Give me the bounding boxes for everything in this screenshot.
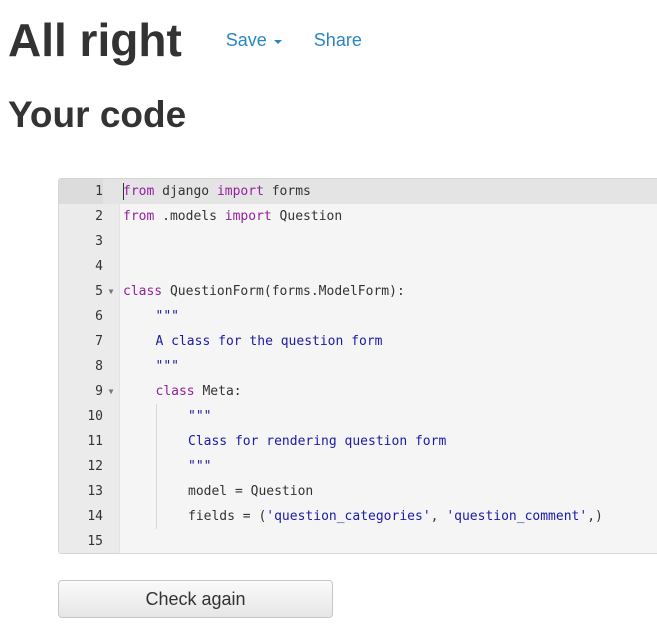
code-lines: 1 from django import forms 2 from .models i… (59, 179, 657, 553)
string-token: """ (155, 359, 179, 374)
keyword-token: from (123, 209, 155, 224)
code-line[interactable]: 13 model = Question (59, 479, 657, 504)
line-number: 6 (95, 309, 103, 324)
code-token: forms (263, 184, 311, 199)
save-dropdown-link[interactable]: Save (226, 30, 282, 51)
code-line[interactable]: 9 ▼ class Meta: (59, 379, 657, 404)
line-number: 11 (87, 434, 103, 449)
string-token: """ (188, 409, 212, 424)
line-number: 2 (95, 209, 103, 224)
code-text: fields = ('question_categories', 'questi… (188, 504, 603, 529)
code-token: model = Question (188, 484, 314, 499)
code-editor[interactable]: 1 from django import forms 2 from .models i… (58, 178, 657, 554)
keyword-token: from (123, 184, 155, 199)
code-token: Meta: (194, 384, 242, 399)
code-line[interactable]: 1 from django import forms (59, 179, 657, 204)
code-line[interactable]: 12 """ (59, 454, 657, 479)
page: All right Save Share Your code 1 from dja… (0, 0, 657, 628)
text-cursor (123, 183, 124, 200)
code-token: , (430, 509, 447, 524)
code-line[interactable]: 8 """ (59, 354, 657, 379)
indent-guide (155, 454, 157, 479)
code-token: django (154, 184, 217, 199)
indent-guide (155, 429, 157, 454)
share-link[interactable]: Share (314, 30, 362, 51)
code-line[interactable]: 3 (59, 229, 657, 254)
code-text: """ (156, 304, 179, 329)
line-number: 10 (87, 409, 103, 424)
line-number: 7 (95, 334, 103, 349)
line-number: 15 (87, 534, 103, 549)
keyword-token: class (123, 284, 163, 299)
caret-down-icon (273, 39, 282, 44)
indent-guide (155, 504, 157, 529)
keyword-token: import (216, 184, 264, 199)
code-line[interactable]: 7 A class for the question form (59, 329, 657, 354)
code-text: """ (188, 454, 211, 479)
code-line[interactable]: 6 """ (59, 304, 657, 329)
save-label: Save (225, 29, 267, 50)
indent-guide (155, 479, 157, 504)
header: All right Save Share (8, 14, 362, 66)
code-line[interactable]: 5 ▼ class QuestionForm(forms.ModelForm): (59, 279, 657, 304)
code-text: class Meta: (156, 379, 242, 404)
line-number: 14 (87, 509, 103, 524)
line-number: 4 (95, 259, 103, 274)
string-token: """ (155, 309, 179, 324)
check-again-button[interactable]: Check again (58, 580, 333, 618)
code-text: """ (156, 354, 179, 379)
code-line[interactable]: 11 Class for rendering question form (59, 429, 657, 454)
string-token: 'question_categories' (266, 509, 431, 524)
line-number: 13 (87, 484, 103, 499)
fold-toggle-icon[interactable]: ▼ (106, 279, 116, 304)
string-token: Class for rendering question form (188, 434, 447, 449)
line-number: 9 (95, 384, 103, 399)
code-text: model = Question (188, 479, 313, 504)
code-text: from .models import Question (123, 204, 342, 229)
code-text: Class for rendering question form (188, 429, 446, 454)
fold-toggle-icon[interactable]: ▼ (106, 379, 116, 404)
line-number: 5 (95, 284, 103, 299)
code-token: ,) (587, 509, 603, 524)
code-line[interactable]: 10 """ (59, 404, 657, 429)
indent-guide (155, 404, 157, 429)
code-text: from django import forms (123, 179, 311, 204)
code-token: fields = ( (188, 509, 267, 524)
string-token: 'question_comment' (446, 509, 588, 524)
line-number: 8 (95, 359, 103, 374)
code-token: QuestionForm(forms.ModelForm): (162, 284, 405, 299)
code-text: A class for the question form (156, 329, 383, 354)
code-token: Question (271, 209, 343, 224)
code-text: class QuestionForm(forms.ModelForm): (123, 279, 405, 304)
code-line[interactable]: 2 from .models import Question (59, 204, 657, 229)
line-number: 1 (59, 179, 103, 204)
section-title: Your code (8, 94, 187, 135)
code-line[interactable]: 4 (59, 254, 657, 279)
code-line[interactable]: 14 fields = ('question_categories', 'ques… (59, 504, 657, 529)
code-text: """ (188, 404, 211, 429)
app-title: All right (8, 14, 182, 66)
line-number: 3 (95, 234, 103, 249)
line-number: 12 (87, 459, 103, 474)
keyword-token: import (224, 209, 272, 224)
string-token: """ (188, 459, 212, 474)
keyword-token: class (155, 384, 195, 399)
string-token: A class for the question form (155, 334, 383, 349)
code-token: .models (154, 209, 225, 224)
code-line[interactable]: 15 (59, 529, 657, 553)
